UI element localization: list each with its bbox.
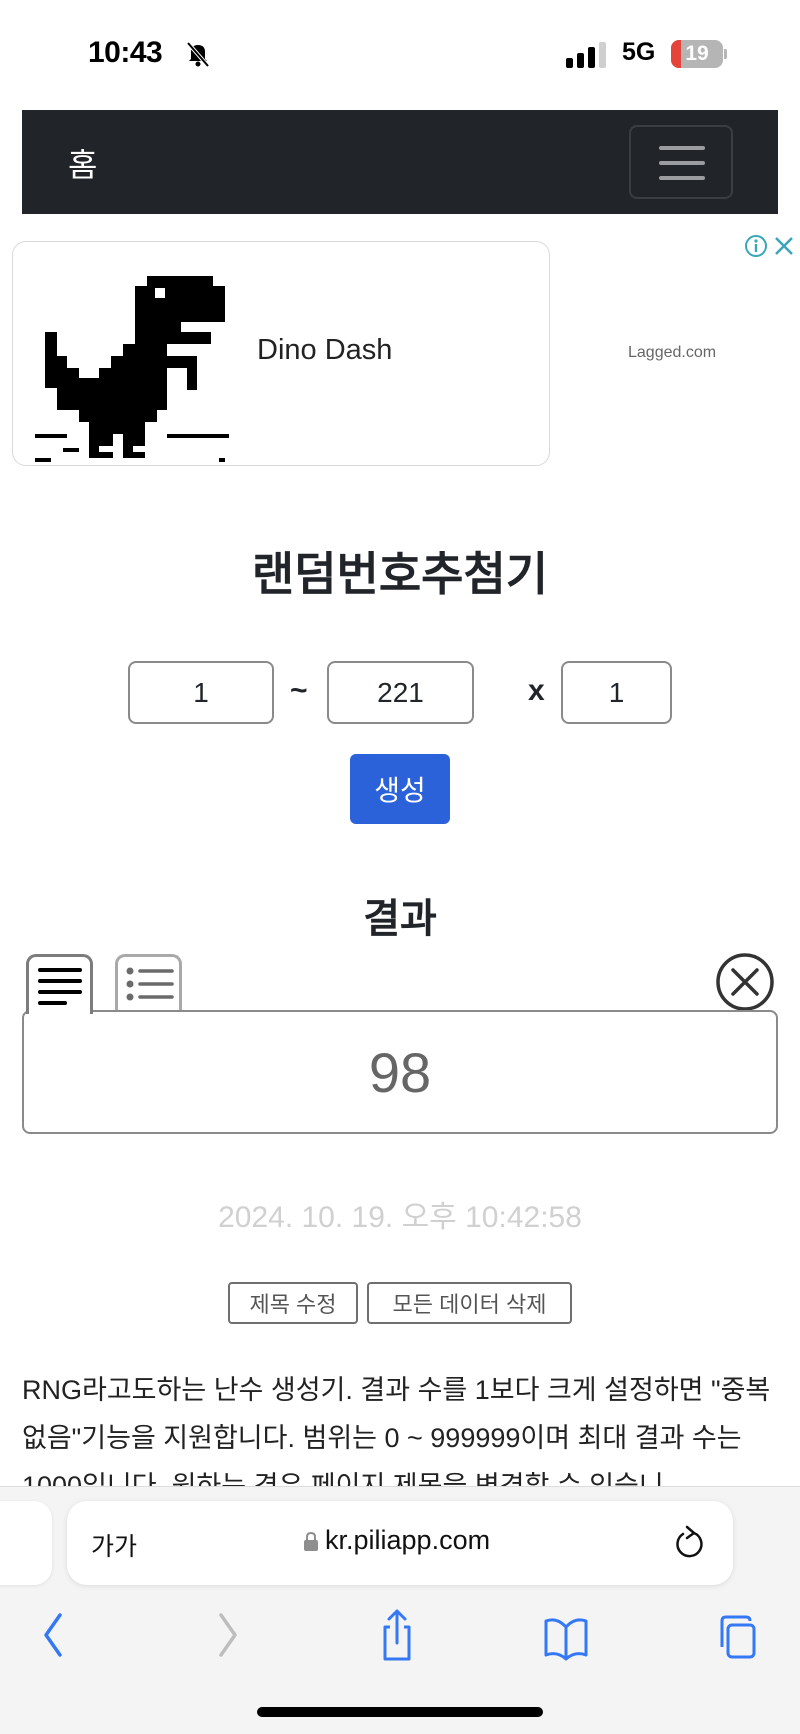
range-separator: ~ xyxy=(290,674,308,707)
forward-button[interactable] xyxy=(203,1607,253,1663)
text-size-button[interactable]: 가가 xyxy=(91,1527,137,1563)
dino-icon xyxy=(35,276,229,462)
share-icon xyxy=(383,1609,411,1661)
bell-slash-icon xyxy=(186,41,210,68)
address-bar[interactable]: 가가 kr.piliapp.com xyxy=(67,1501,733,1585)
ad-source: Lagged.com xyxy=(628,344,717,361)
book-icon xyxy=(544,1618,588,1661)
network-type: 5G xyxy=(622,38,656,66)
reload-icon[interactable] xyxy=(673,1525,707,1563)
navbar: 홈 xyxy=(22,110,778,214)
info-icon[interactable] xyxy=(744,234,768,258)
lock-icon xyxy=(304,1531,318,1551)
clear-circle-x-icon[interactable] xyxy=(715,952,775,1012)
hamburger-menu-icon xyxy=(659,146,705,150)
battery-indicator: 19 xyxy=(671,40,727,68)
status-time: 10:43 xyxy=(88,36,163,69)
ad-banner[interactable]: Dino Dash xyxy=(12,241,550,466)
result-heading: 결과 xyxy=(363,897,437,941)
bookmarks-button[interactable] xyxy=(541,1607,591,1663)
share-button[interactable] xyxy=(372,1607,422,1663)
tabs-icon xyxy=(720,1615,756,1659)
tabs-button[interactable] xyxy=(712,1607,762,1663)
result-count-input[interactable] xyxy=(561,661,672,724)
chevron-right-icon xyxy=(219,1613,237,1657)
nav-home-link[interactable]: 홈 xyxy=(68,140,97,186)
text-view-icon xyxy=(38,968,82,1005)
list-view-icon xyxy=(126,967,174,1001)
back-button[interactable] xyxy=(28,1607,78,1663)
edit-title-button[interactable]: 제목 수정 xyxy=(228,1282,358,1324)
result-timestamp: 2024. 10. 19. 오후 10:42:58 xyxy=(218,1201,582,1234)
status-bar: 10:43 5G 19 xyxy=(0,0,800,100)
range-max-input[interactable] xyxy=(327,661,474,724)
delete-all-data-button[interactable]: 모든 데이터 삭제 xyxy=(367,1282,572,1324)
close-icon[interactable] xyxy=(772,234,796,258)
browser-bottom-bar: 가가 kr.piliapp.com xyxy=(0,1486,800,1734)
count-separator: x xyxy=(528,674,545,707)
chevron-left-icon xyxy=(44,1613,62,1657)
result-value: 98 xyxy=(368,1041,432,1104)
tab-text-view[interactable] xyxy=(26,954,93,1014)
previous-tab-card[interactable] xyxy=(0,1501,52,1585)
tab-list-view[interactable] xyxy=(115,954,182,1012)
battery-level: 19 xyxy=(685,42,709,65)
signal-bars-icon xyxy=(566,42,606,68)
menu-toggle-button[interactable] xyxy=(629,125,733,199)
ad-title: Dino Dash xyxy=(257,334,393,366)
range-min-input[interactable] xyxy=(128,661,274,724)
result-box: 98 xyxy=(22,1010,778,1134)
generate-button[interactable]: 생성 xyxy=(350,754,450,824)
home-indicator[interactable] xyxy=(257,1707,543,1717)
url-text[interactable]: kr.piliapp.com xyxy=(325,1525,490,1556)
page-title: 랜덤번호추첨기 xyxy=(251,548,549,600)
